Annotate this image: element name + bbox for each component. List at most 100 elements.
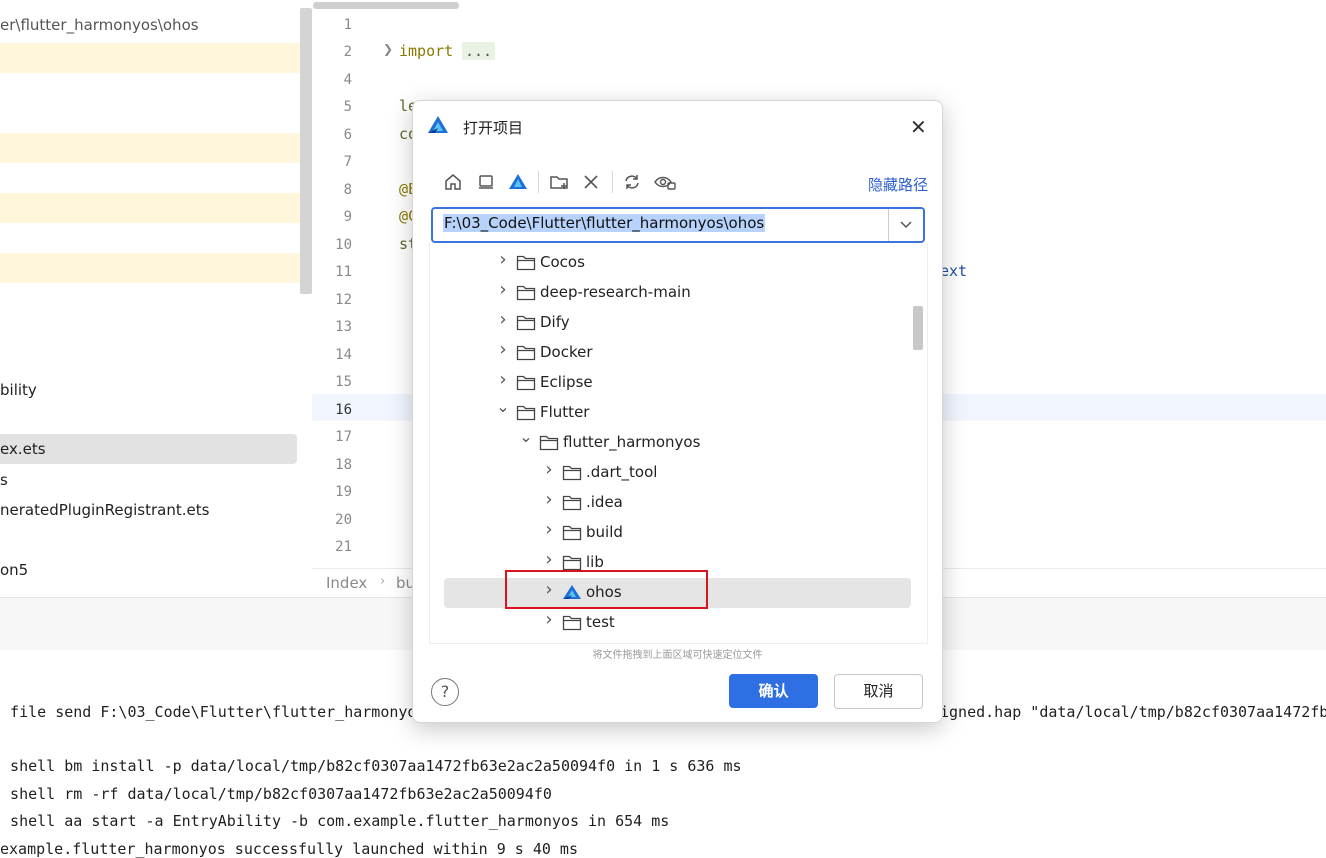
editor-horizontal-scrollbar[interactable] — [313, 2, 459, 9]
line-number: 19 — [335, 484, 352, 500]
chevron-right-icon[interactable]: › — [542, 609, 556, 630]
folder-row[interactable]: ⌄ Flutter — [430, 397, 910, 428]
tree-item[interactable]: on5 — [0, 555, 310, 585]
desktop-icon[interactable] — [475, 171, 497, 193]
folder-icon — [539, 434, 559, 455]
tree-row-highlight[interactable] — [0, 193, 310, 223]
home-icon[interactable] — [442, 171, 464, 193]
project-path-header: er\flutter_harmonyos\ohos — [0, 16, 199, 34]
confirm-button[interactable]: 确认 — [729, 674, 818, 708]
line-number: 4 — [343, 72, 352, 88]
tree-row-highlight[interactable] — [0, 43, 310, 73]
breadcrumb-item[interactable]: Index — [326, 574, 367, 592]
cancel-button[interactable]: 取消 — [834, 674, 923, 709]
line-number: 9 — [343, 209, 352, 225]
chevron-right-icon[interactable]: › — [496, 249, 510, 270]
folder-icon — [562, 494, 582, 515]
chevron-right-icon[interactable]: › — [542, 489, 556, 510]
refresh-icon[interactable] — [621, 171, 643, 193]
folder-label: build — [586, 523, 623, 541]
folder-icon — [516, 314, 536, 335]
highlight-annotation-box — [505, 570, 708, 609]
tree-item-selected[interactable]: ex.ets — [0, 434, 297, 464]
folder-row[interactable]: › deep-research-main — [430, 278, 910, 308]
folder-row[interactable]: ⌄ flutter_harmonyos — [430, 427, 910, 458]
folder-icon — [516, 404, 536, 425]
folder-icon — [516, 254, 536, 275]
open-project-dialog: 打开项目 ✕ 隐藏路径 F:\03_Code\Flutter\flutter_h… — [412, 100, 943, 723]
chevron-right-icon[interactable]: › — [496, 279, 510, 300]
chevron-right-icon[interactable]: › — [542, 459, 556, 480]
line-number: 17 — [335, 429, 352, 445]
tree-scrollbar[interactable] — [300, 8, 312, 294]
folder-row[interactable]: › .dart_tool — [430, 458, 910, 488]
hide-path-link[interactable]: 隐藏路径 — [868, 174, 928, 195]
folder-label: test — [586, 613, 615, 631]
console-line: file send F:\03_Code\Flutter\flutter_har… — [0, 703, 417, 721]
toolbar-divider — [612, 171, 613, 193]
folder-row[interactable]: › Docker — [430, 338, 910, 368]
delete-icon[interactable] — [580, 171, 602, 193]
code-import-keyword: import — [399, 42, 454, 60]
fold-chevron-icon[interactable]: ❯ — [383, 42, 393, 56]
folder-row[interactable]: › Cocos — [430, 248, 910, 278]
help-button[interactable]: ? — [431, 678, 459, 706]
chevron-right-icon[interactable]: › — [496, 309, 510, 330]
tree-row-highlight[interactable] — [0, 133, 310, 163]
folder-icon — [516, 374, 536, 395]
deveco-logo-icon — [427, 115, 449, 139]
toolbar-divider — [538, 171, 539, 193]
line-number: 12 — [335, 292, 352, 308]
chevron-down-icon[interactable]: ⌄ — [496, 397, 510, 416]
folder-label: .dart_tool — [586, 463, 658, 481]
console-line: shell rm -rf data/local/tmp/b82cf0307aa1… — [0, 785, 552, 803]
line-number: 5 — [343, 99, 352, 115]
line-number: 15 — [335, 374, 352, 390]
line-number: 21 — [335, 539, 352, 555]
console-line-tail: igned.hap "data/local/tmp/b82cf0307aa147… — [940, 703, 1326, 721]
drag-hint: 将文件拖拽到上面区域可快速定位文件 — [592, 650, 763, 661]
tree-item[interactable]: s — [0, 465, 310, 495]
new-folder-icon[interactable] — [548, 171, 570, 193]
console-line: shell bm install -p data/local/tmp/b82cf… — [0, 757, 742, 775]
tree-item[interactable]: bility — [0, 375, 310, 405]
folder-icon — [516, 284, 536, 305]
line-number: 1 — [343, 17, 352, 33]
chevron-right-icon[interactable]: › — [542, 519, 556, 540]
tree-item[interactable]: neratedPluginRegistrant.ets — [0, 495, 310, 525]
code-folded-block[interactable]: ... — [462, 42, 496, 60]
folder-tree-scrollbar[interactable] — [913, 306, 923, 350]
chevron-right-icon[interactable]: › — [496, 369, 510, 390]
code-fragment: ext — [940, 262, 968, 280]
path-input[interactable]: F:\03_Code\Flutter\flutter_harmonyos\oho… — [443, 214, 766, 232]
folder-label: lib — [586, 553, 604, 571]
project-icon[interactable] — [507, 171, 529, 193]
folder-row[interactable]: › Dify — [430, 308, 910, 338]
folder-label: Cocos — [540, 253, 585, 271]
folder-row[interactable]: › build — [430, 518, 910, 548]
line-number: 18 — [335, 457, 352, 473]
chevron-right-icon[interactable]: › — [496, 339, 510, 360]
console-line: shell aa start -a EntryAbility -b com.ex… — [0, 812, 670, 830]
show-hidden-icon[interactable] — [654, 171, 676, 193]
folder-label: Eclipse — [540, 373, 593, 391]
folder-row[interactable]: › .idea — [430, 488, 910, 518]
folder-row[interactable]: › test — [430, 608, 910, 638]
folder-label: Flutter — [540, 403, 590, 421]
close-icon[interactable]: ✕ — [910, 115, 927, 139]
folder-label: .idea — [586, 493, 623, 511]
folder-label: deep-research-main — [540, 283, 691, 301]
folder-label: Docker — [540, 343, 593, 361]
chevron-down-icon[interactable] — [888, 209, 923, 241]
line-number: 8 — [343, 182, 352, 198]
folder-icon — [516, 344, 536, 365]
chevron-right-icon[interactable]: › — [542, 549, 556, 570]
folder-icon — [562, 614, 582, 635]
folder-row[interactable]: › Eclipse — [430, 368, 910, 398]
folder-label: flutter_harmonyos — [563, 433, 701, 451]
line-number: 2 — [343, 44, 352, 60]
line-number: 20 — [335, 512, 352, 528]
path-field[interactable]: F:\03_Code\Flutter\flutter_harmonyos\oho… — [431, 207, 925, 243]
tree-row-highlight[interactable] — [0, 253, 310, 283]
chevron-down-icon[interactable]: ⌄ — [519, 427, 533, 446]
